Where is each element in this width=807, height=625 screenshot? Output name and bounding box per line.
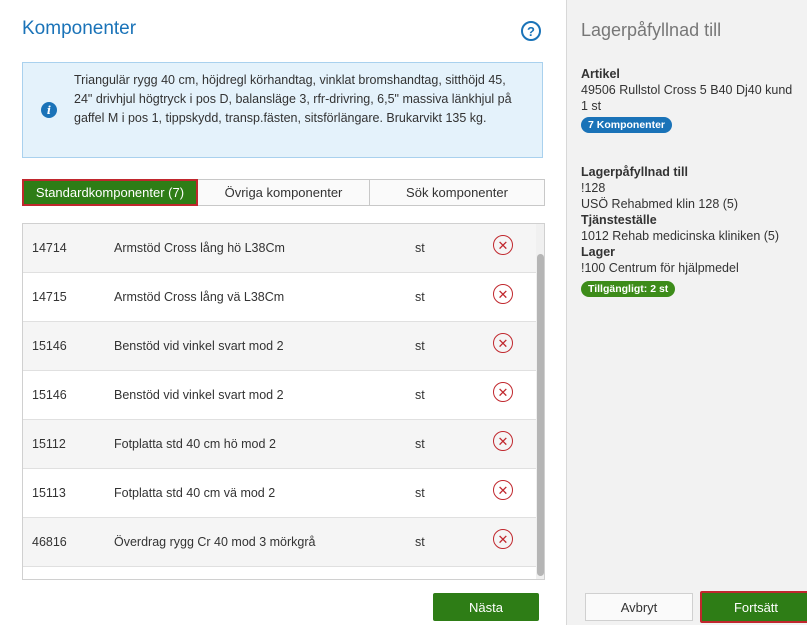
service-label: Tjänsteställe bbox=[581, 213, 657, 227]
stock-label: Lager bbox=[581, 245, 616, 259]
remove-icon[interactable]: ✕ bbox=[493, 333, 513, 353]
row-unit: st bbox=[415, 388, 425, 402]
remove-icon[interactable]: ✕ bbox=[493, 480, 513, 500]
help-icon[interactable]: ? bbox=[521, 21, 541, 41]
article-label: Artikel bbox=[581, 67, 620, 81]
remove-icon[interactable]: ✕ bbox=[493, 235, 513, 255]
tab-standard-components[interactable]: Standardkomponenter (7) bbox=[22, 179, 198, 206]
stock-value: !100 Centrum för hjälpmedel bbox=[581, 261, 739, 275]
remove-icon[interactable]: ✕ bbox=[493, 382, 513, 402]
row-unit: st bbox=[415, 486, 425, 500]
table-row: 14715 Armstöd Cross lång vä L38Cm st ✕ bbox=[23, 273, 536, 322]
service-value: 1012 Rehab medicinska kliniken (5) bbox=[581, 229, 780, 243]
row-article-name: Benstöd vid vinkel svart mod 2 bbox=[114, 388, 284, 402]
table-row: 15146 Benstöd vid vinkel svart mod 2 st … bbox=[23, 371, 536, 420]
continue-button[interactable]: Fortsätt bbox=[700, 591, 807, 623]
refill-code: !128 bbox=[581, 181, 606, 195]
remove-icon[interactable]: ✕ bbox=[493, 284, 513, 304]
next-button[interactable]: Nästa bbox=[433, 593, 539, 621]
table-scrollbar[interactable] bbox=[536, 224, 544, 579]
remove-icon[interactable]: ✕ bbox=[493, 529, 513, 549]
refill-section: Lagerpåfyllnad till !128 USÖ Rehabmed kl… bbox=[581, 164, 807, 297]
table-row: 15146 Benstöd vid vinkel svart mod 2 st … bbox=[23, 322, 536, 371]
row-unit: st bbox=[415, 535, 425, 549]
row-article-id: 15146 bbox=[32, 388, 67, 402]
refill-panel: Lagerpåfyllnad till Artikel 49506 Rullst… bbox=[567, 0, 807, 625]
tab-search-components[interactable]: Sök komponenter bbox=[370, 179, 545, 206]
scrollbar-thumb[interactable] bbox=[537, 254, 544, 576]
component-tabs: Standardkomponenter (7) Övriga komponent… bbox=[22, 179, 545, 206]
tab-other-components[interactable]: Övriga komponenter bbox=[198, 179, 370, 206]
row-article-id: 46816 bbox=[32, 535, 67, 549]
row-unit: st bbox=[415, 290, 425, 304]
info-box: i Triangulär rygg 40 cm, höjdregl körhan… bbox=[22, 62, 543, 158]
refill-label: Lagerpåfyllnad till bbox=[581, 165, 688, 179]
table-row: 15113 Fotplatta std 40 cm vä mod 2 st ✕ bbox=[23, 469, 536, 518]
row-unit: st bbox=[415, 241, 425, 255]
refill-panel-title: Lagerpåfyllnad till bbox=[581, 20, 722, 40]
row-article-name: Armstöd Cross lång vä L38Cm bbox=[114, 290, 285, 304]
refill-name: USÖ Rehabmed klin 128 (5) bbox=[581, 197, 739, 211]
table-row: 15112 Fotplatta std 40 cm hö mod 2 st ✕ bbox=[23, 420, 536, 469]
components-panel: Komponenter ? i Triangulär rygg 40 cm, h… bbox=[0, 0, 567, 625]
available-badge: Tillgängligt: 2 st bbox=[581, 281, 676, 297]
table-row: 14714 Armstöd Cross lång hö L38Cm st ✕ bbox=[23, 224, 536, 273]
article-section: Artikel 49506 Rullstol Cross 5 B40 Dj40 … bbox=[581, 66, 807, 133]
article-quantity: 1 st bbox=[581, 99, 602, 113]
row-unit: st bbox=[415, 437, 425, 451]
info-icon: i bbox=[41, 102, 57, 118]
row-article-id: 14715 bbox=[32, 290, 67, 304]
row-article-id: 15113 bbox=[32, 486, 66, 500]
table-row: 46816 Överdrag rygg Cr 40 mod 3 mörkgrå … bbox=[23, 518, 536, 567]
row-article-name: Armstöd Cross lång hö L38Cm bbox=[114, 241, 285, 255]
row-article-id: 15112 bbox=[32, 437, 66, 451]
components-count-badge[interactable]: 7 Komponenter bbox=[581, 117, 673, 133]
components-table: 14714 Armstöd Cross lång hö L38Cm st ✕ 1… bbox=[22, 223, 545, 580]
info-text: Triangulär rygg 40 cm, höjdregl körhandt… bbox=[74, 73, 512, 125]
row-article-id: 14714 bbox=[32, 241, 67, 255]
row-article-name: Fotplatta std 40 cm vä mod 2 bbox=[114, 486, 276, 500]
row-unit: st bbox=[415, 339, 425, 353]
row-article-name: Benstöd vid vinkel svart mod 2 bbox=[114, 339, 284, 353]
row-article-id: 15146 bbox=[32, 339, 67, 353]
cancel-button[interactable]: Avbryt bbox=[585, 593, 693, 621]
article-value: 49506 Rullstol Cross 5 B40 Dj40 kund bbox=[581, 83, 793, 97]
row-article-name: Överdrag rygg Cr 40 mod 3 mörkgrå bbox=[114, 535, 316, 549]
remove-icon[interactable]: ✕ bbox=[493, 431, 513, 451]
row-article-name: Fotplatta std 40 cm hö mod 2 bbox=[114, 437, 276, 451]
page-title: Komponenter bbox=[22, 18, 137, 39]
